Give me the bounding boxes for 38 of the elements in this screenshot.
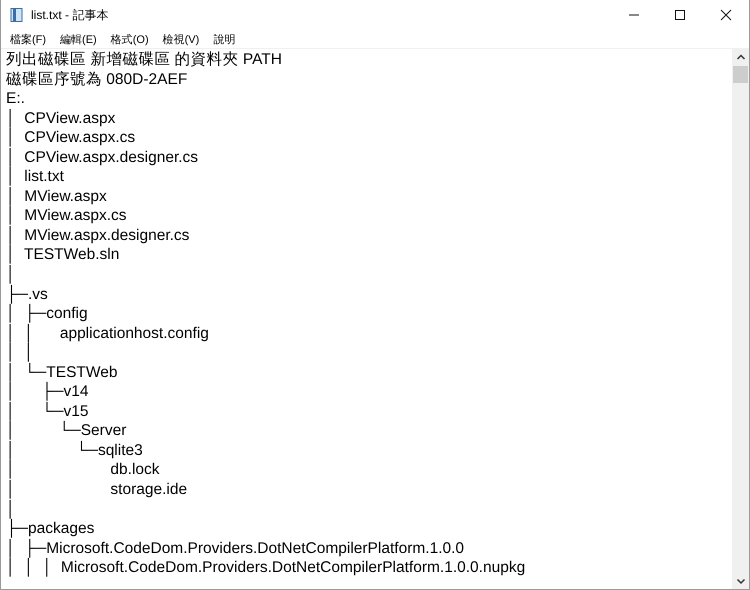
scroll-thumb[interactable] xyxy=(733,66,748,83)
text-line: 列出磁碟區 新增磁碟區 的資料夾 PATH xyxy=(6,50,283,70)
menu-item[interactable]: 說明 xyxy=(206,30,242,48)
text-line: 磁碟區序號為 080D-2AEF xyxy=(6,70,188,90)
text-line: │ xyxy=(6,500,16,519)
text-line: │ │ xyxy=(6,343,35,362)
text-line: │ ├─Microsoft.CodeDom.Providers.DotNetCompilerPlatform.1.0.0 xyxy=(6,538,466,558)
menu-item[interactable]: 格式(O) xyxy=(104,30,156,48)
text-line: │ list.txt xyxy=(6,167,65,186)
text-line: │ │ applicationhost.config xyxy=(6,324,210,343)
text-line: │ db.lock xyxy=(6,460,161,480)
text-line: │ MView.aspx xyxy=(6,186,108,206)
text-line: │ storage.ide xyxy=(6,480,188,500)
scrollbar[interactable] xyxy=(732,49,749,589)
text-line: │ CPView.aspx.designer.cs xyxy=(6,148,200,167)
text-line: ├─.vs xyxy=(6,284,48,304)
text-line: │ MView.aspx.cs xyxy=(6,206,128,226)
menu-item[interactable]: 檢視(V) xyxy=(156,30,206,48)
text-line: │ xyxy=(6,265,17,284)
text-line: │ └─sqlite3 xyxy=(6,440,144,460)
text-line: │ TESTWeb.sln xyxy=(6,245,120,264)
text-line: │ CPView.aspx.cs xyxy=(6,128,136,148)
notepad-icon xyxy=(9,7,25,23)
text-line: │ └─Server xyxy=(6,421,128,440)
text-line: │ └─v15 xyxy=(6,402,88,421)
menu-item[interactable]: 檔案(F) xyxy=(3,30,54,48)
text-line: ├─packages xyxy=(6,519,96,538)
maximize-icon xyxy=(674,9,686,21)
text-line: │ CPView.aspx xyxy=(6,108,116,128)
text-line: E:. xyxy=(6,89,26,108)
text-line: │ MView.aspx.designer.cs xyxy=(6,226,190,245)
close-icon xyxy=(720,9,732,21)
window-title: list.txt - 記事本 xyxy=(31,6,108,24)
text-line: │ └─TESTWeb xyxy=(6,362,118,382)
menu-item[interactable]: 編輯(E) xyxy=(53,30,104,48)
text-line: │ │ │ Microsoft.CodeDom.Providers.DotNetCompilerPlatform.1.0.0.nupkg xyxy=(6,558,526,578)
text-line: │ ├─config xyxy=(6,304,89,324)
text-line: │ ├─v14 xyxy=(6,382,90,402)
